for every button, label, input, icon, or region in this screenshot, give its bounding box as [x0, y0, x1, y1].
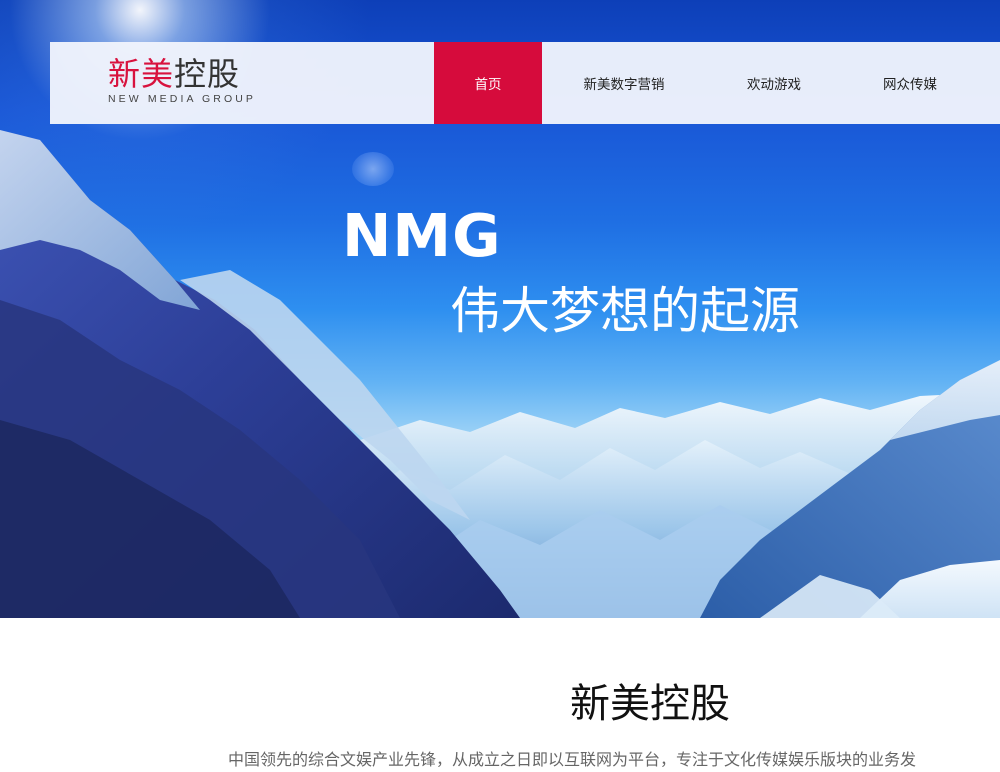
logo[interactable]: 新美控股 NEW MEDIA GROUP	[50, 42, 434, 124]
header-bar: 新美控股 NEW MEDIA GROUP 首页 新美数字营销 欢动游戏 网众传媒	[50, 42, 1000, 124]
main-nav: 首页 新美数字营销 欢动游戏 网众传媒	[434, 42, 978, 124]
nav-item-home[interactable]: 首页	[434, 42, 542, 124]
hero-subtitle: 伟大梦想的起源	[450, 282, 800, 340]
about-section-title: 新美控股	[570, 681, 730, 727]
about-section-text: 中国领先的综合文娱产业先锋，从成立之日即以互联网为平台，专注于文化传媒娱乐版块的…	[228, 750, 917, 769]
nav-item-games[interactable]: 欢动游戏	[706, 42, 842, 124]
logo-text-dark: 控股	[174, 55, 241, 93]
logo-english-text: NEW MEDIA GROUP	[108, 93, 257, 105]
hero-title: NMG	[342, 201, 502, 270]
lens-flare	[352, 152, 394, 186]
logo-chinese-text: 新美控股	[108, 54, 240, 94]
logo-text-red: 新美	[108, 55, 175, 93]
nav-item-digital-marketing[interactable]: 新美数字营销	[542, 42, 706, 124]
nav-item-media[interactable]: 网众传媒	[842, 42, 978, 124]
